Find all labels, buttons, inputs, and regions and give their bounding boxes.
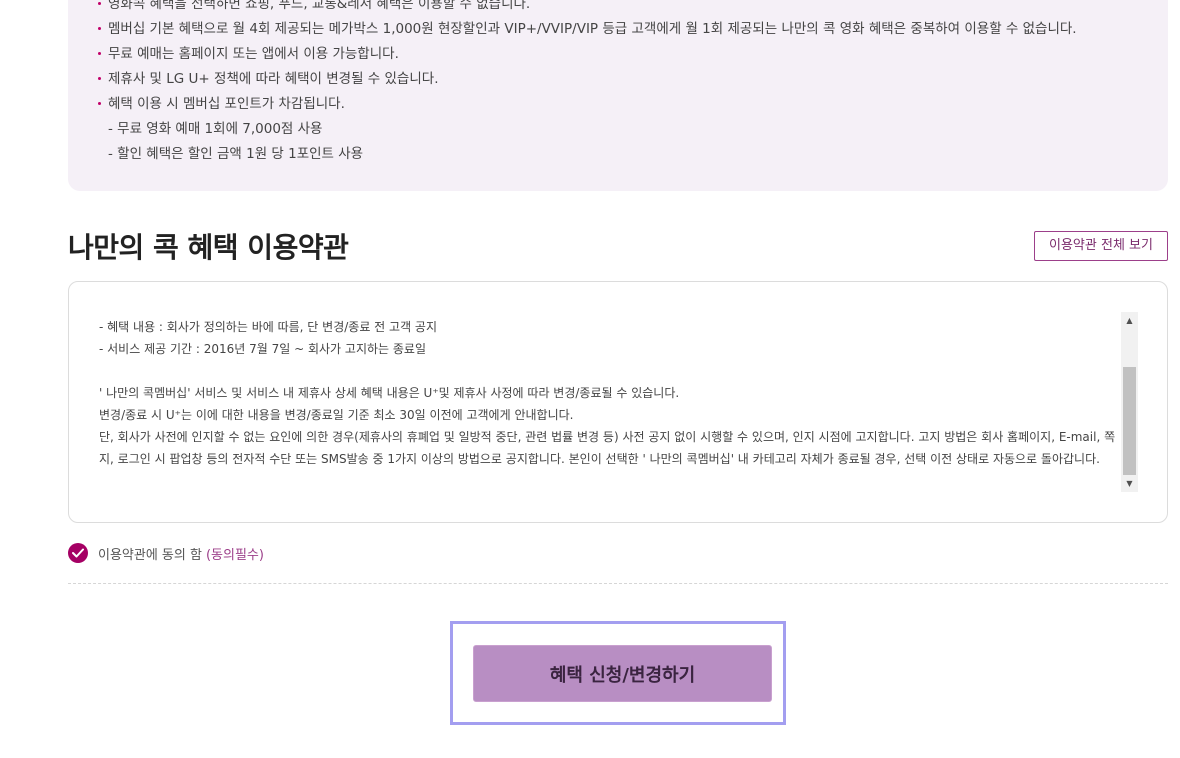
terms-line: ' 나만의 콕멤버십' 서비스 및 서비스 내 제휴사 상세 혜택 내용은 U⁺…: [99, 386, 680, 400]
notice-subitem: - 할인 혜택은 할인 금액 1원 당 1포인트 사용: [108, 146, 364, 162]
terms-title: 나만의 콕 혜택 이용약관: [68, 231, 349, 264]
terms-line: 단, 회사가 사전에 인지할 수 없는 요인에 의한 경우(제휴사의 휴폐업 및…: [99, 430, 1116, 466]
notice-item: 제휴사 및 LG U+ 정책에 따라 혜택이 변경될 수 있습니다.: [96, 67, 1077, 92]
scroll-thumb[interactable]: [1123, 367, 1136, 475]
notice-item: 멤버십 기본 혜택으로 월 4회 제공되는 메가박스 1,000원 현장할인과 …: [96, 17, 1077, 42]
scroll-up-icon[interactable]: ▲: [1121, 312, 1138, 329]
notice-item: 혜택 이용 시 멤버십 포인트가 차감됩니다.: [96, 92, 1077, 117]
notice-item: 영화콕 혜택을 선택하면 쇼핑, 푸드, 교통&레저 혜택은 이용할 수 없습니…: [96, 0, 1077, 17]
agree-required-label: (동의필수): [205, 547, 264, 563]
notice-list: 영화콕 혜택을 선택하면 쇼핑, 푸드, 교통&레저 혜택은 이용할 수 없습니…: [96, 0, 1077, 167]
apply-change-benefit-button[interactable]: 혜택 신청/변경하기: [473, 645, 772, 702]
checkbox-checked-icon[interactable]: [68, 543, 88, 563]
terms-line: - 서비스 제공 기간 : 2016년 7월 7일 ~ 회사가 고지하는 종료일: [99, 342, 426, 356]
agree-row[interactable]: 이용약관에 동의 함 (동의필수): [68, 541, 264, 565]
dashed-divider: [68, 583, 1168, 584]
notice-item: 무료 예매는 홈페이지 또는 앱에서 이용 가능합니다.: [96, 42, 1077, 67]
terms-box: - 혜택 내용 : 회사가 정의하는 바에 따름, 단 변경/종료 전 고객 공…: [68, 281, 1168, 523]
notice-subitem: - 무료 영화 예매 1회에 7,000점 사용: [108, 121, 323, 137]
notice-box: 영화콕 혜택을 선택하면 쇼핑, 푸드, 교통&레저 혜택은 이용할 수 없습니…: [68, 0, 1168, 191]
view-all-terms-button[interactable]: 이용약관 전체 보기: [1034, 231, 1168, 261]
terms-scrollbar[interactable]: ▲ ▼: [1121, 312, 1138, 492]
scroll-down-icon[interactable]: ▼: [1121, 475, 1138, 492]
terms-blank-line: [99, 360, 1121, 382]
terms-text[interactable]: - 혜택 내용 : 회사가 정의하는 바에 따름, 단 변경/종료 전 고객 공…: [99, 316, 1121, 494]
terms-line: 변경/종료 시 U⁺는 이에 대한 내용을 변경/종료일 기준 최소 30일 이…: [99, 408, 574, 422]
submit-focus-ring: 혜택 신청/변경하기: [450, 621, 786, 725]
terms-line: - 혜택 내용 : 회사가 정의하는 바에 따름, 단 변경/종료 전 고객 공…: [99, 320, 438, 334]
agree-label[interactable]: 이용약관에 동의 함: [98, 544, 202, 563]
